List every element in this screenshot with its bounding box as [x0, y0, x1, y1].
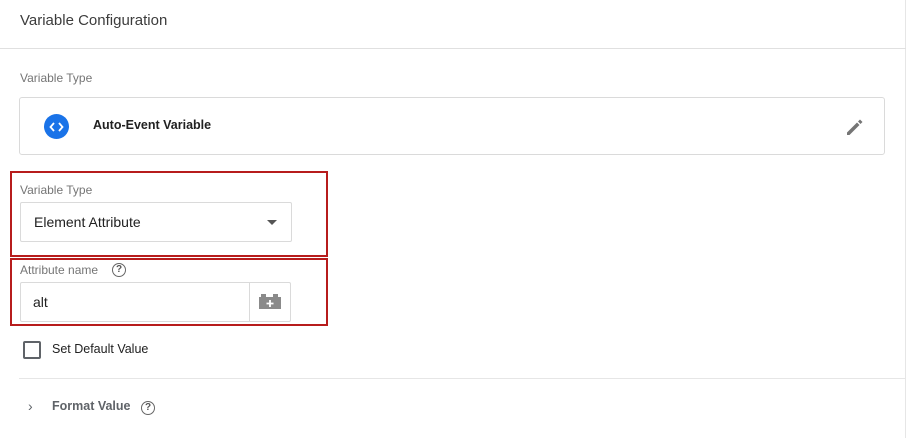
variable-picker-button[interactable] [249, 283, 290, 321]
variable-type-card[interactable]: Auto-Event Variable [19, 97, 885, 155]
set-default-value-label: Set Default Value [52, 342, 149, 356]
variable-type-name: Auto-Event Variable [93, 118, 212, 132]
lego-brick-plus-icon [259, 294, 281, 309]
chevron-right-icon[interactable]: › [28, 398, 33, 414]
set-default-value-checkbox[interactable] [23, 341, 41, 359]
sub-type-label: Variable Type [20, 183, 93, 197]
panel-title: Variable Configuration [20, 12, 168, 29]
attribute-name-label: Attribute name [20, 263, 99, 277]
divider [19, 378, 906, 379]
variable-configuration-panel: Variable Configuration Variable Type Aut… [0, 0, 906, 438]
help-icon[interactable]: ? [112, 263, 126, 277]
select-value: Element Attribute [34, 214, 141, 230]
code-brackets-icon [44, 114, 69, 139]
variable-type-section-label: Variable Type [20, 71, 93, 85]
variable-subtype-select[interactable]: Element Attribute [20, 202, 292, 242]
pencil-icon[interactable] [844, 116, 866, 138]
help-icon[interactable]: ? [141, 401, 155, 415]
attribute-name-field [20, 282, 291, 322]
caret-down-icon [267, 220, 277, 225]
panel-header: Variable Configuration [0, 0, 906, 49]
format-value-toggle[interactable]: Format Value [52, 399, 131, 413]
attribute-name-input[interactable] [21, 283, 250, 321]
